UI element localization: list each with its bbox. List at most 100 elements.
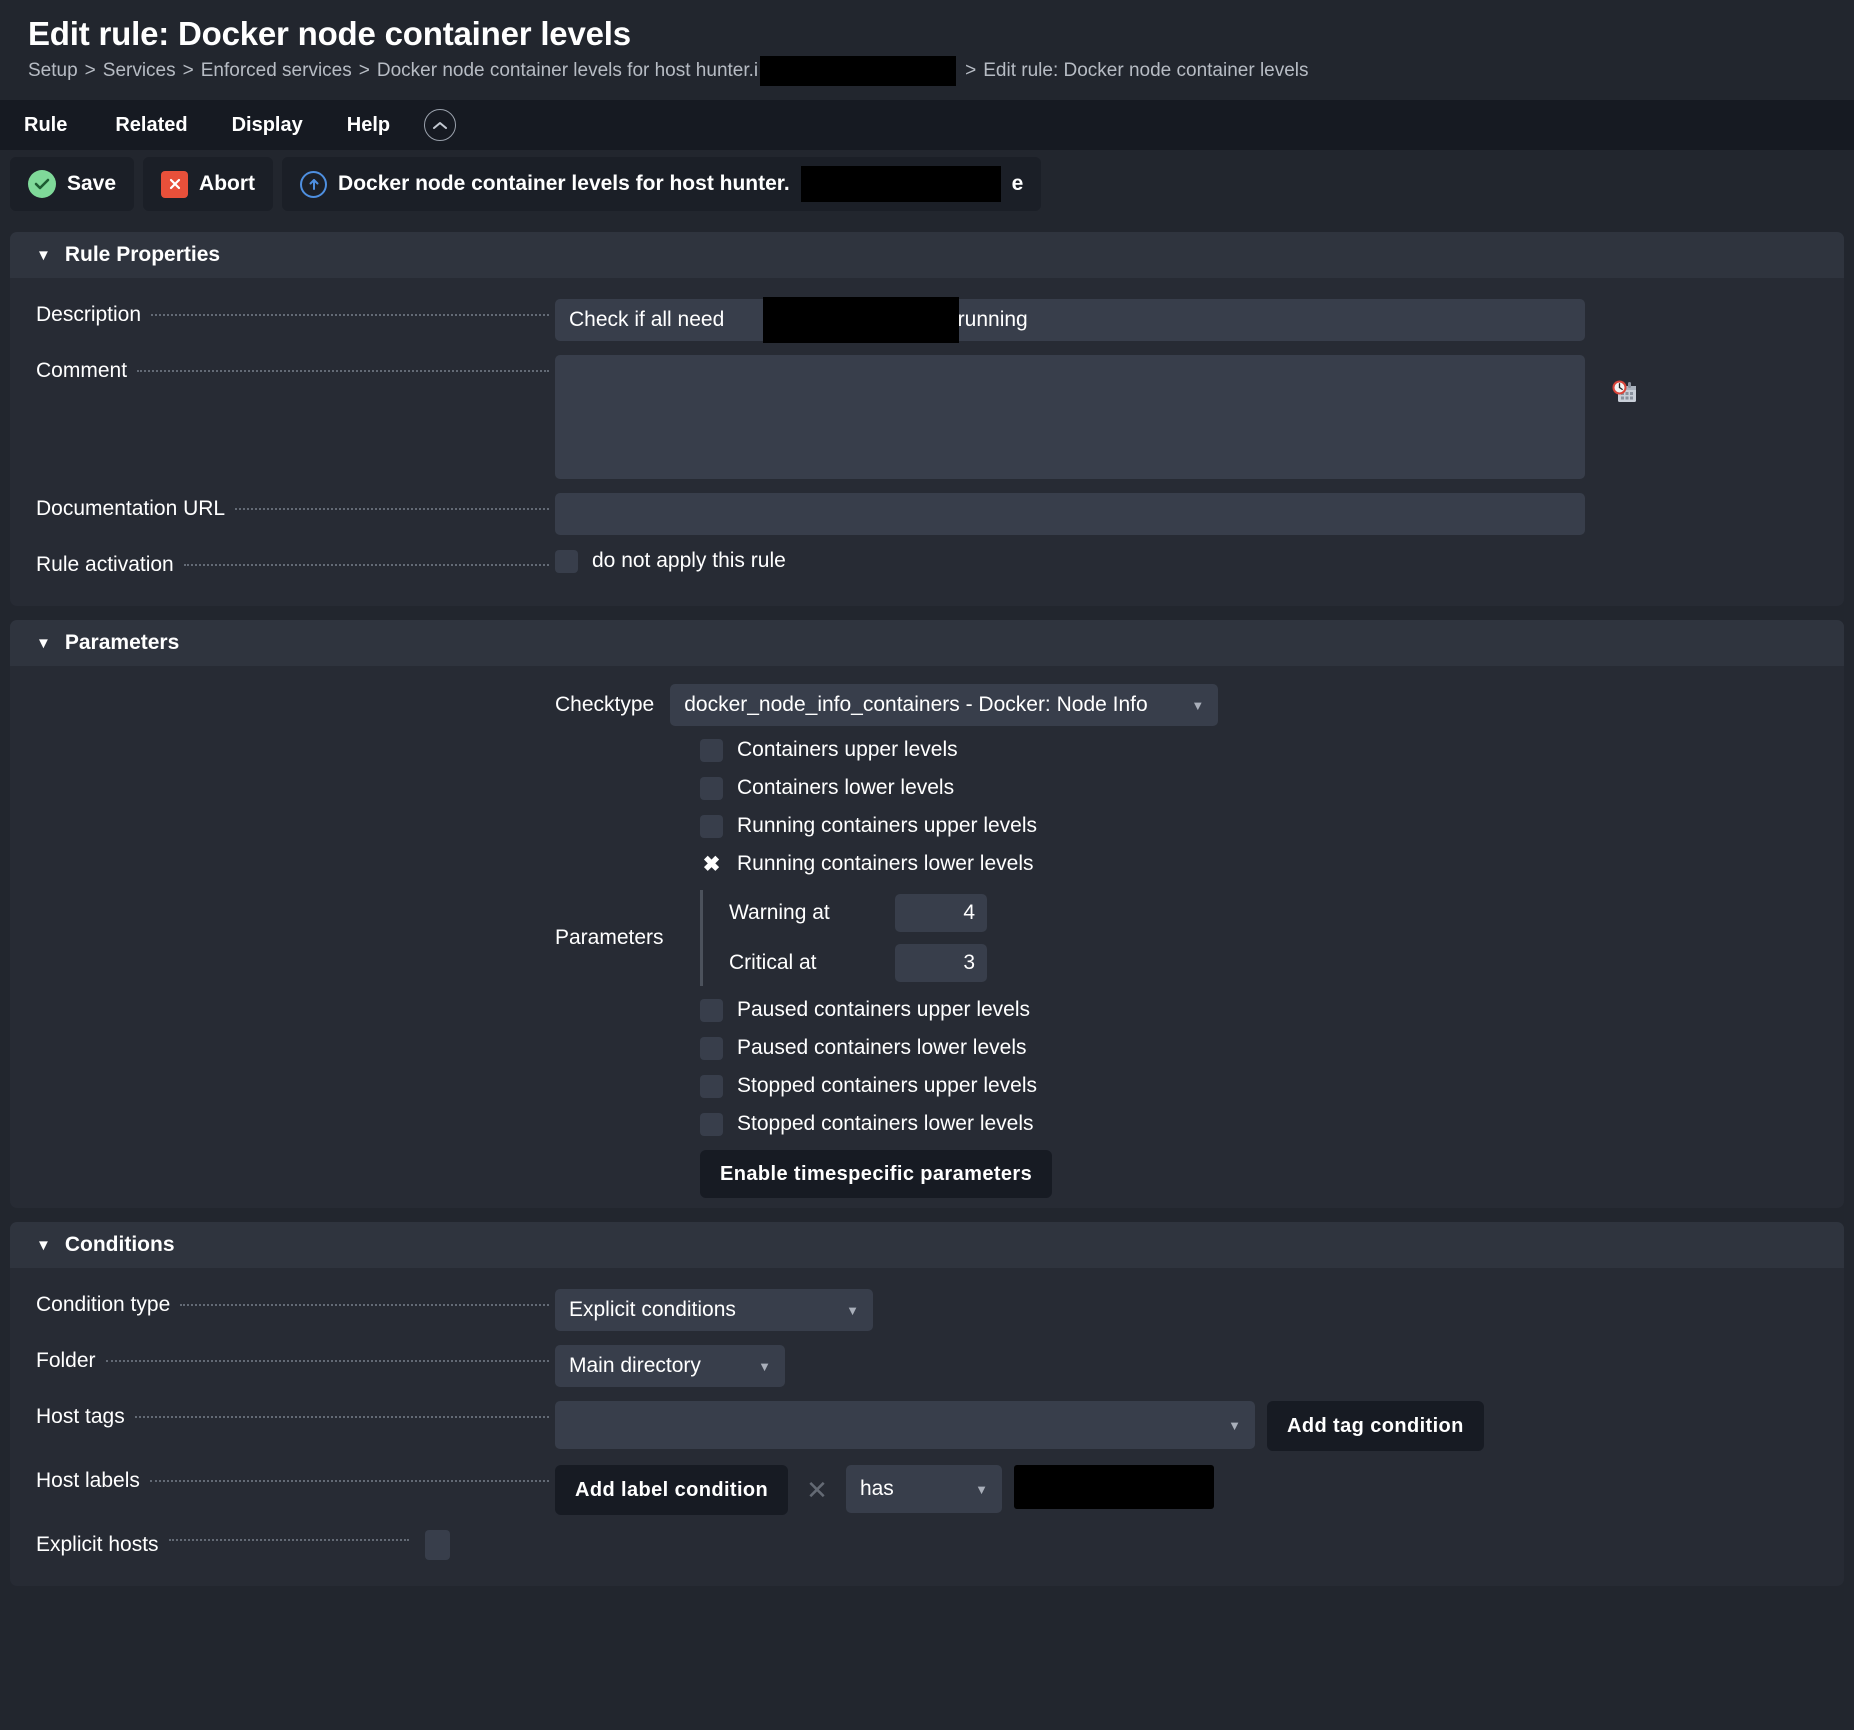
warning-at-input[interactable] — [895, 894, 987, 932]
levels-group-label: Parameters — [555, 926, 664, 949]
option-stopped-containers-lower-levels[interactable]: Stopped containers lower levels — [700, 1112, 1844, 1136]
remove-label-condition-icon[interactable]: ✕ — [800, 1477, 834, 1503]
folder-select[interactable]: Main directory ▼ — [555, 1345, 785, 1387]
host-labels-label: Host labels — [36, 1469, 140, 1492]
explicit-hosts-label-wrap: Explicit hosts — [10, 1529, 450, 1561]
parameters-section: ▼ Parameters Checktype docker_node_info_… — [10, 620, 1844, 1208]
label-dots — [134, 1416, 549, 1418]
host-tags-label: Host tags — [36, 1405, 125, 1428]
rule-context-label-prefix: Docker node container levels for host hu… — [338, 172, 790, 195]
do-not-apply-label: do not apply this rule — [592, 549, 786, 572]
paused-containers-upper-levels-checkbox[interactable] — [700, 998, 723, 1022]
caret-down-icon: ▼ — [36, 1236, 51, 1254]
option-paused-containers-upper-levels[interactable]: Paused containers upper levels — [700, 998, 1844, 1022]
host-tags-select[interactable]: ▼ — [555, 1401, 1255, 1449]
menu-item-related[interactable]: Related — [93, 100, 209, 150]
option-running-containers-lower-levels[interactable]: ✖ Running containers lower levels — [700, 852, 1844, 876]
host-labels-field-wrap: Add label condition ✕ has ▼ — [555, 1465, 1844, 1515]
page-title: Edit rule: Docker node container levels — [28, 15, 631, 52]
rule-activation-row: Rule activation do not apply this rule — [10, 542, 1844, 588]
rule-activation-field-wrap: do not apply this rule — [555, 549, 1844, 573]
redacted-description-block — [763, 297, 959, 343]
timespecific-button-wrap: Enable timespecific parameters — [10, 1150, 1844, 1198]
menu-item-help[interactable]: Help — [325, 100, 412, 150]
running-containers-lower-levels-checkbox[interactable]: ✖ — [700, 853, 723, 876]
enable-timespecific-parameters-button[interactable]: Enable timespecific parameters — [700, 1150, 1053, 1198]
breadcrumb-item-services[interactable]: Services — [103, 59, 176, 83]
description-row: Description — [10, 292, 1844, 348]
stopped-containers-upper-levels-checkbox[interactable] — [700, 1074, 723, 1098]
checktype-row: Checktype docker_node_info_containers - … — [10, 684, 1844, 726]
comment-textarea[interactable] — [555, 355, 1585, 479]
description-field-wrap — [555, 297, 1844, 343]
checktype-select[interactable]: docker_node_info_containers - Docker: No… — [670, 684, 1219, 726]
breadcrumb-item-rule-host[interactable]: Docker node container levels for host hu… — [377, 59, 758, 83]
host-label-operator-select[interactable]: has ▼ — [845, 1465, 1002, 1513]
rule-activation-label-wrap: Rule activation — [10, 549, 555, 581]
add-tag-condition-button[interactable]: Add tag condition — [1267, 1401, 1484, 1451]
breadcrumb-item-setup[interactable]: Setup — [28, 59, 78, 83]
checktype-value: docker_node_info_containers - Docker: No… — [684, 693, 1148, 716]
caret-down-icon: ▼ — [36, 634, 51, 652]
comment-label: Comment — [36, 359, 128, 382]
menu-item-rule[interactable]: Rule — [24, 100, 93, 150]
label-dots — [149, 1480, 549, 1482]
comment-label-wrap: Comment — [10, 355, 555, 387]
warning-level-row: Warning at — [729, 894, 987, 932]
containers-upper-levels-label: Containers upper levels — [737, 738, 958, 761]
critical-at-label: Critical at — [729, 951, 817, 974]
option-running-containers-upper-levels[interactable]: Running containers upper levels — [700, 814, 1844, 838]
critical-at-input[interactable] — [895, 944, 987, 982]
stopped-containers-lower-levels-checkbox[interactable] — [700, 1112, 723, 1136]
documentation-url-input[interactable] — [555, 493, 1585, 535]
rule-properties-header[interactable]: ▼ Rule Properties — [10, 232, 1844, 278]
parameters-header[interactable]: ▼ Parameters — [10, 620, 1844, 666]
paused-containers-lower-levels-label: Paused containers lower levels — [737, 1036, 1027, 1059]
rule-context-button[interactable]: Docker node container levels for host hu… — [282, 157, 1042, 211]
check-x-icon: ✖ — [702, 852, 721, 876]
rule-context-label-suffix: e — [1011, 172, 1024, 195]
containers-upper-levels-checkbox[interactable] — [700, 738, 723, 762]
breadcrumb: Setup > Services > Enforced services > D… — [28, 55, 1854, 86]
chevron-up-circle-icon[interactable] — [424, 109, 457, 141]
label-dots — [105, 1360, 549, 1362]
explicit-hosts-row: Explicit hosts — [10, 1522, 1844, 1568]
explicit-hosts-checkbox[interactable] — [424, 1530, 450, 1560]
running-containers-upper-levels-checkbox[interactable] — [700, 814, 723, 838]
levels-rows: Warning at Critical at — [729, 890, 987, 986]
do-not-apply-checkbox[interactable] — [555, 549, 578, 573]
containers-lower-levels-checkbox[interactable] — [700, 776, 723, 800]
stopped-containers-upper-levels-label: Stopped containers upper levels — [737, 1074, 1038, 1097]
parameters-options-top: Containers upper levels Containers lower… — [10, 738, 1844, 876]
option-containers-upper-levels[interactable]: Containers upper levels — [700, 738, 1844, 762]
checktype-label: Checktype — [555, 693, 655, 716]
condition-type-select[interactable]: Explicit conditions ▼ — [555, 1289, 873, 1331]
folder-field-wrap: Main directory ▼ — [555, 1345, 1844, 1387]
menu-item-display[interactable]: Display — [210, 100, 325, 150]
rule-activation-checkbox-row[interactable]: do not apply this rule — [555, 549, 786, 573]
parameters-title: Parameters — [64, 631, 180, 654]
abort-button[interactable]: Abort — [143, 157, 274, 211]
add-label-condition-button[interactable]: Add label condition — [555, 1465, 789, 1515]
option-stopped-containers-upper-levels[interactable]: Stopped containers upper levels — [700, 1074, 1844, 1098]
clock-calendar-icon[interactable] — [1609, 377, 1639, 412]
menu-bar: Rule Related Display Help — [0, 100, 1854, 150]
paused-containers-lower-levels-checkbox[interactable] — [700, 1036, 723, 1060]
description-input[interactable] — [555, 299, 1585, 341]
parameters-options-bottom: Paused containers upper levels Paused co… — [10, 998, 1844, 1136]
host-tags-label-wrap: Host tags — [10, 1401, 555, 1433]
conditions-header[interactable]: ▼ Conditions — [10, 1222, 1844, 1268]
breadcrumb-item-enforced-services[interactable]: Enforced services — [201, 59, 352, 83]
containers-lower-levels-label: Containers lower levels — [737, 776, 955, 799]
save-button[interactable]: Save — [10, 157, 135, 211]
option-containers-lower-levels[interactable]: Containers lower levels — [700, 776, 1844, 800]
documentation-url-label: Documentation URL — [36, 497, 226, 520]
breadcrumb-separator: > — [84, 59, 96, 81]
comment-field-wrap — [555, 355, 1844, 479]
option-paused-containers-lower-levels[interactable]: Paused containers lower levels — [700, 1036, 1844, 1060]
label-dots — [168, 1539, 409, 1541]
rule-properties-title: Rule Properties — [64, 243, 221, 266]
comment-row: Comment — [10, 348, 1844, 486]
chevron-down-icon: ▼ — [975, 1481, 988, 1497]
host-tags-field-wrap: ▼ Add tag condition — [555, 1401, 1844, 1451]
